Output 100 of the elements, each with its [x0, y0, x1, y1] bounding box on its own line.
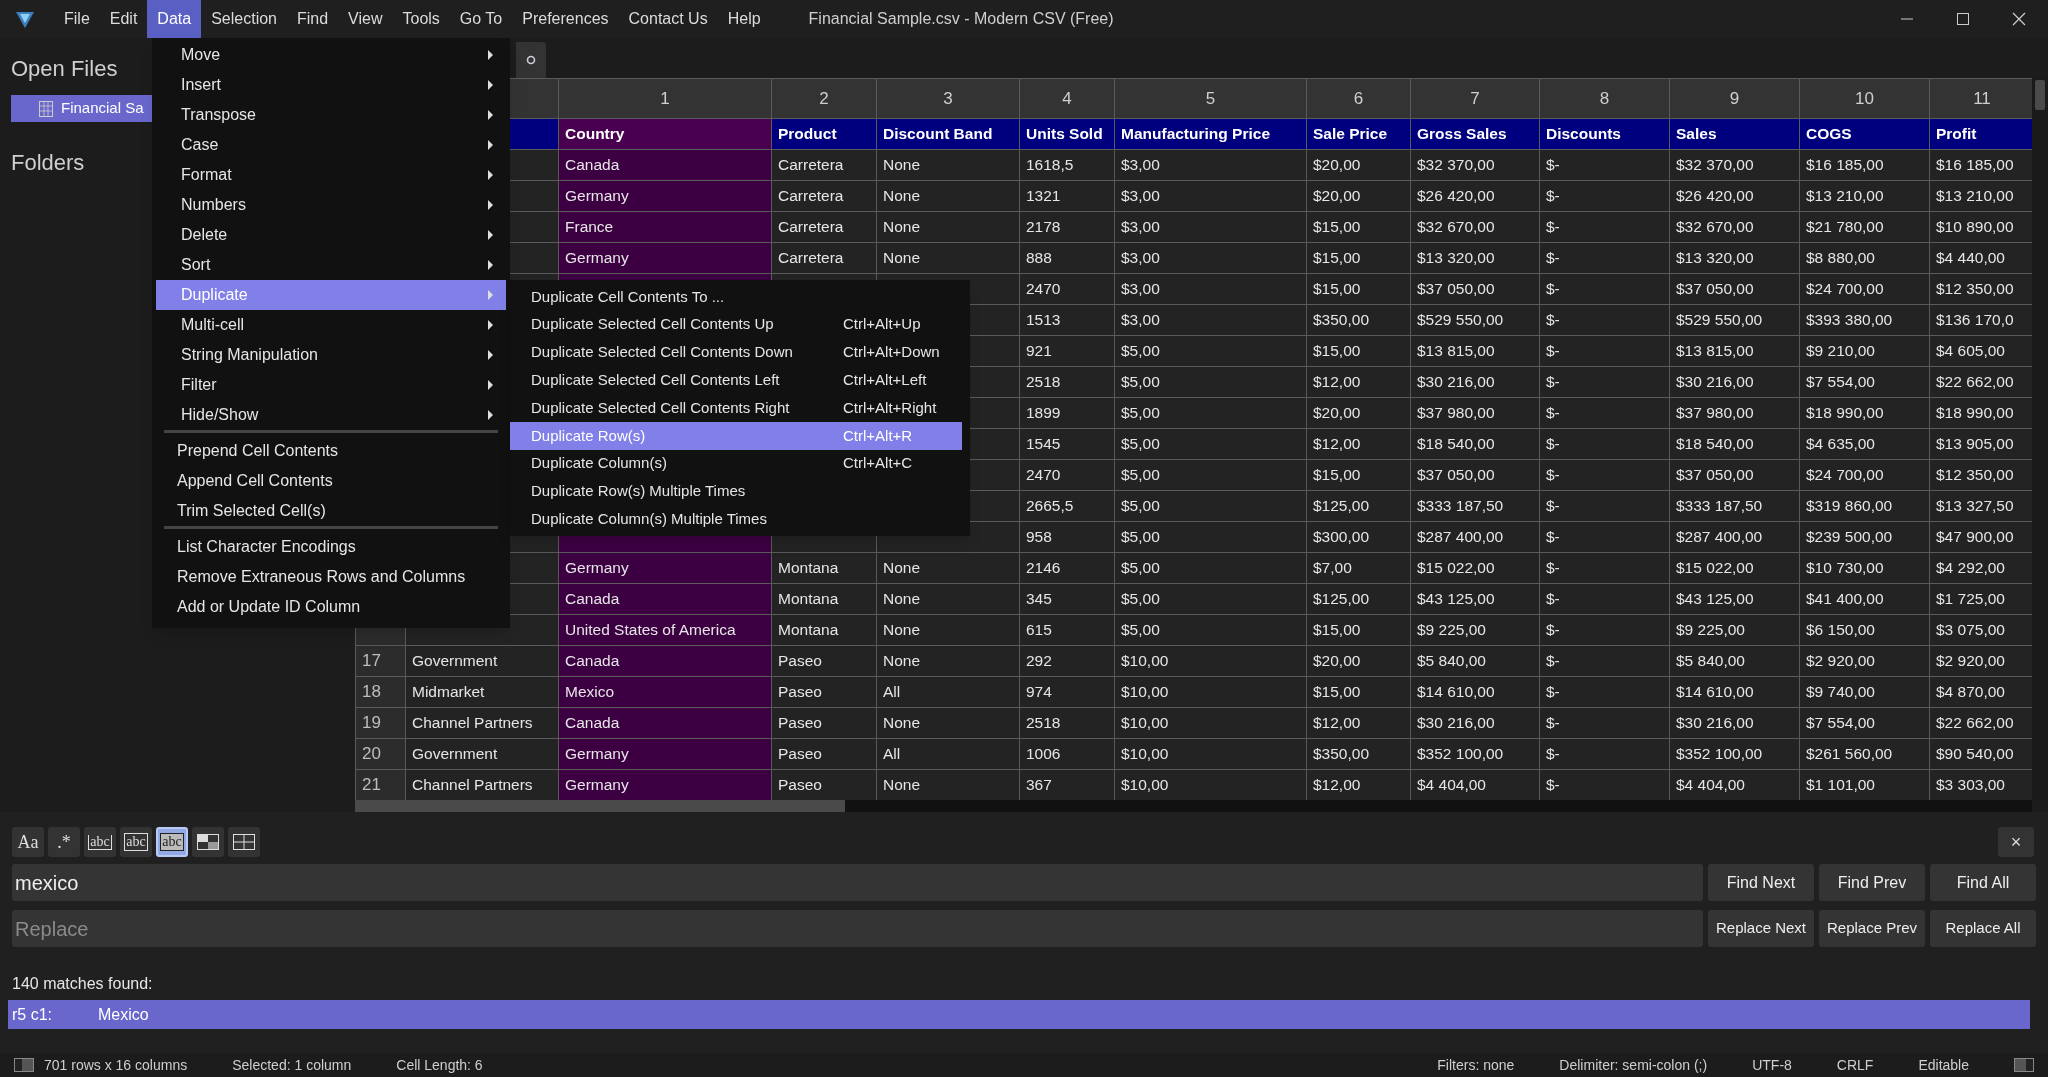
find-button[interactable]: Find Prev	[1819, 864, 1925, 901]
table-cell: $37 050,00	[1410, 273, 1540, 305]
menu-entry[interactable]: Delete	[156, 220, 506, 250]
menu-entry[interactable]: Move	[156, 40, 506, 70]
menu-entry[interactable]: Multi-cell	[156, 310, 506, 340]
column-number[interactable]: 10	[1855, 88, 1874, 108]
column-number[interactable]: 8	[1599, 88, 1610, 108]
menu-item[interactable]: Go To	[449, 0, 513, 38]
column-header[interactable]: Sale Price	[1306, 118, 1411, 150]
find-option-toggle[interactable]	[228, 827, 260, 857]
table-cell: $7,00	[1306, 552, 1411, 584]
panel-toggle-icon[interactable]	[14, 1058, 34, 1072]
menu-entry[interactable]: Trim Selected Cell(s)	[152, 496, 510, 526]
menu-item[interactable]: Edit	[99, 0, 148, 38]
column-header[interactable]: Country	[558, 118, 772, 150]
table-cell: $-	[1539, 428, 1670, 460]
replace-button[interactable]: Replace All	[1930, 910, 2036, 947]
column-number[interactable]: 5	[1205, 88, 1216, 108]
submenu-entry[interactable]: Duplicate Cell Contents To ...	[510, 283, 962, 311]
submenu-entry[interactable]: Duplicate Selected Cell Contents Right Ctrl+Alt+Right	[510, 394, 962, 422]
table-cell: $10,00	[1114, 707, 1307, 739]
column-number[interactable]: 4	[1062, 88, 1072, 108]
column-number[interactable]: 1	[660, 88, 670, 108]
table-cell: Carretera	[771, 211, 877, 243]
menu-entry[interactable]: String Manipulation	[156, 340, 506, 370]
column-number[interactable]: 7	[1470, 88, 1480, 108]
column-header[interactable]: Discount Band	[876, 118, 1020, 150]
menu-item[interactable]: Preferences	[512, 0, 619, 38]
find-option-toggle[interactable]	[192, 827, 224, 857]
close-icon[interactable]	[2012, 12, 2026, 26]
menu-entry[interactable]: Remove Extraneous Rows and Columns	[152, 562, 510, 592]
column-header[interactable]: Profit	[1929, 118, 2032, 150]
submenu-entry[interactable]: Duplicate Column(s) Multiple Times	[510, 505, 962, 534]
menu-item[interactable]: Find	[287, 0, 339, 38]
column-number[interactable]: 9	[1729, 88, 1740, 108]
menu-item[interactable]: Data	[147, 0, 202, 38]
find-option-toggle[interactable]: abc	[84, 827, 116, 857]
panel-toggle-icon[interactable]	[2014, 1058, 2034, 1072]
menu-item[interactable]: Help	[717, 0, 771, 38]
replace-button[interactable]: Replace Prev	[1819, 910, 1925, 947]
maximize-icon[interactable]	[1956, 12, 1970, 26]
menu-entry[interactable]: Numbers	[156, 190, 506, 220]
replace-button[interactable]: Replace Next	[1708, 910, 1814, 947]
menu-entry[interactable]: Case	[156, 130, 506, 160]
column-header[interactable]: Discounts	[1539, 118, 1670, 150]
find-field[interactable]: mexico	[12, 864, 1703, 901]
search-result-row[interactable]: r5 c1: Mexico	[8, 1000, 2030, 1029]
table-cell: $4 870,00	[1929, 676, 2032, 708]
menu-item[interactable]: Selection	[201, 0, 287, 38]
find-button[interactable]: Find Next	[1708, 864, 1814, 901]
menu-entry[interactable]: Sort	[156, 250, 506, 280]
table-cell: $24 700,00	[1799, 273, 1930, 305]
column-header[interactable]: Gross Sales	[1410, 118, 1540, 150]
close-find-button[interactable]: ×	[1998, 827, 2034, 857]
menu-entry[interactable]: Prepend Cell Contents	[152, 436, 510, 466]
table-cell: 1899	[1019, 397, 1115, 429]
column-header[interactable]: Sales	[1669, 118, 1800, 150]
menu-entry[interactable]: Append Cell Contents	[152, 466, 510, 496]
find-option-toggle[interactable]: Aa	[12, 827, 44, 857]
menu-item[interactable]: Contact Us	[618, 0, 718, 38]
submenu-entry[interactable]: Duplicate Row(s) Multiple Times	[510, 477, 962, 506]
submenu-entry[interactable]: Duplicate Selected Cell Contents Left Ctrl+Alt+Left	[510, 366, 962, 395]
file-tab[interactable]	[516, 42, 546, 78]
column-header[interactable]: Product	[771, 118, 877, 150]
menu-entry[interactable]: Add or Update ID Column	[152, 592, 510, 622]
menu-entry[interactable]: Transpose	[156, 100, 506, 130]
menu-item[interactable]: Tools	[392, 0, 450, 38]
menu-item[interactable]: View	[338, 0, 393, 38]
column-header[interactable]: COGS	[1799, 118, 1930, 150]
column-header[interactable]: Manufacturing Price	[1114, 118, 1307, 150]
table-cell: 974	[1019, 676, 1115, 708]
table-cell: Channel Partners	[405, 769, 559, 800]
find-option-toggle[interactable]: abc	[156, 827, 188, 857]
menu-entry[interactable]: Insert	[156, 70, 506, 100]
column-number[interactable]: 6	[1353, 88, 1364, 108]
column-header[interactable]: Units Sold	[1019, 118, 1115, 150]
column-number[interactable]: 2	[819, 88, 829, 108]
horizontal-scrollbar[interactable]	[355, 800, 2032, 812]
submenu-entry[interactable]: Duplicate Selected Cell Contents Down Ctrl+Alt+Down	[510, 338, 962, 367]
replace-field[interactable]: Replace	[12, 910, 1703, 947]
submenu-entry[interactable]: Duplicate Selected Cell Contents Up Ctrl+Alt+Up	[510, 310, 962, 339]
table-cell: $9 225,00	[1669, 614, 1800, 646]
find-button[interactable]: Find All	[1930, 864, 2036, 901]
table-cell: $-	[1539, 242, 1670, 274]
menu-item[interactable]: File	[54, 0, 100, 38]
submenu-entry[interactable]: Duplicate Column(s) Ctrl+Alt+C	[510, 449, 962, 478]
table-cell: $10,00	[1114, 676, 1307, 708]
table-cell: 2470	[1019, 459, 1115, 491]
table-cell: Germany	[558, 738, 772, 770]
menu-entry[interactable]: Filter	[156, 370, 506, 400]
table-cell: Canada	[558, 149, 772, 181]
column-number[interactable]: 11	[1973, 88, 1991, 108]
find-option-toggle[interactable]: abc	[120, 827, 152, 857]
column-number[interactable]: 3	[943, 88, 953, 108]
menu-entry[interactable]: Hide/Show	[156, 400, 506, 430]
find-option-toggle[interactable]: .*	[48, 827, 80, 857]
table-cell: $13 905,00	[1929, 428, 2032, 460]
menu-entry[interactable]: List Character Encodings	[152, 532, 510, 562]
menu-entry[interactable]: Format	[156, 160, 506, 190]
table-cell: $37 980,00	[1669, 397, 1800, 429]
